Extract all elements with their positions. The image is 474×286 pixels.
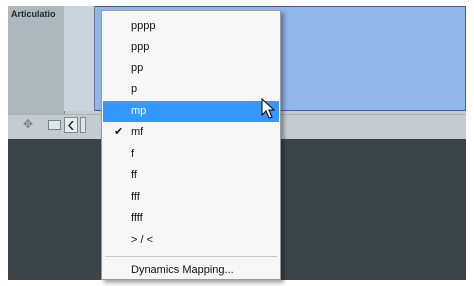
menu-item-dynamics-mapping[interactable]: Dynamics Mapping... [103, 260, 279, 281]
scroll-thumb[interactable] [80, 117, 86, 133]
articulation-label: Articulatio [11, 9, 56, 19]
menu-item-label: ffff [131, 212, 143, 224]
mouse-pointer-icon [261, 98, 276, 119]
menu-item-label: Dynamics Mapping... [131, 264, 234, 276]
menu-item-p[interactable]: p [103, 79, 279, 100]
menu-item-fff[interactable]: fff [103, 187, 279, 208]
menu-item-mp[interactable]: mp [103, 101, 279, 122]
menu-item-label: > / < [131, 234, 154, 246]
menu-item-pppp[interactable]: pppp [103, 16, 279, 37]
check-icon: ✔ [114, 126, 124, 138]
menu-item-cresc-dim[interactable]: > / < [103, 230, 279, 251]
selection-left-strip [64, 6, 95, 111]
menu-item-label: ppp [131, 41, 150, 53]
menu-item-ppp[interactable]: ppp [103, 37, 279, 58]
menu-item-label: mf [131, 126, 144, 138]
menu-item-ff[interactable]: ff [103, 165, 279, 186]
box-icon[interactable] [48, 120, 61, 130]
menu-separator [105, 256, 277, 257]
plus-icon[interactable]: ✥ [22, 118, 34, 130]
menu-item-label: pppp [131, 20, 156, 32]
menu-item-label: f [131, 148, 135, 160]
scroll-left-button[interactable] [64, 117, 78, 133]
chevron-left-icon [68, 121, 74, 130]
menu-item-pp[interactable]: pp [103, 58, 279, 79]
menu-item-mf[interactable]: ✔ mf [103, 122, 279, 143]
dynamics-context-menu: pppp ppp pp p mp ✔ mf f ff fff ffff > / … [101, 10, 281, 280]
menu-item-label: pp [131, 62, 144, 74]
menu-item-f[interactable]: f [103, 144, 279, 165]
menu-item-label: fff [131, 191, 140, 203]
menu-item-label: p [131, 83, 138, 95]
menu-item-label: ff [131, 169, 137, 181]
menu-item-label: mp [131, 105, 147, 117]
menu-item-ffff[interactable]: ffff [103, 208, 279, 229]
